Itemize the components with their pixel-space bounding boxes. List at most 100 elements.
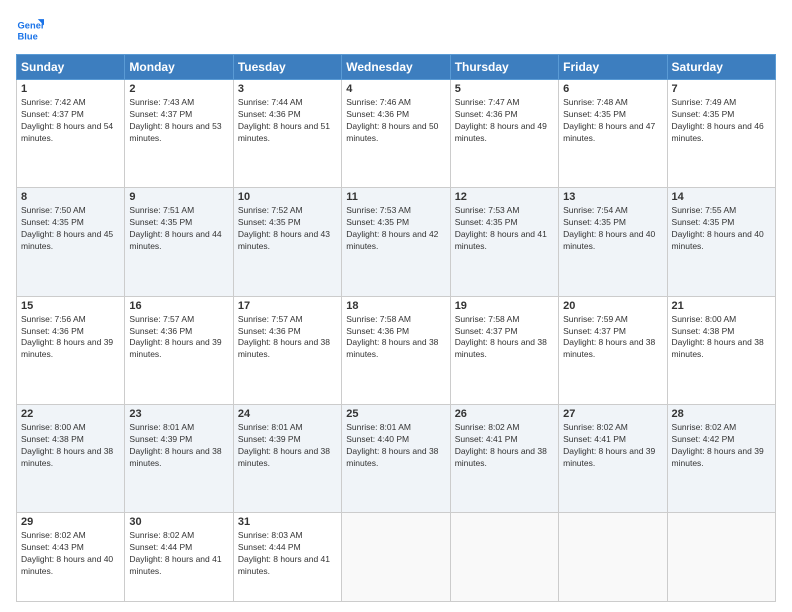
calendar-day-cell: 25 Sunrise: 8:01 AM Sunset: 4:40 PM Dayl… bbox=[342, 404, 450, 512]
calendar-day-cell: 2 Sunrise: 7:43 AM Sunset: 4:37 PM Dayli… bbox=[125, 80, 233, 188]
day-number: 22 bbox=[21, 408, 120, 420]
calendar-day-cell bbox=[342, 513, 450, 602]
day-info: Sunrise: 7:57 AM Sunset: 4:36 PM Dayligh… bbox=[238, 314, 337, 362]
day-number: 31 bbox=[238, 516, 337, 528]
day-info: Sunrise: 7:44 AM Sunset: 4:36 PM Dayligh… bbox=[238, 97, 337, 145]
day-info: Sunrise: 7:43 AM Sunset: 4:37 PM Dayligh… bbox=[129, 97, 228, 145]
day-info: Sunrise: 7:54 AM Sunset: 4:35 PM Dayligh… bbox=[563, 205, 662, 253]
calendar-day-cell bbox=[450, 513, 558, 602]
weekday-header: Thursday bbox=[450, 55, 558, 80]
day-info: Sunrise: 7:53 AM Sunset: 4:35 PM Dayligh… bbox=[455, 205, 554, 253]
calendar-day-cell: 27 Sunrise: 8:02 AM Sunset: 4:41 PM Dayl… bbox=[559, 404, 667, 512]
day-info: Sunrise: 8:01 AM Sunset: 4:39 PM Dayligh… bbox=[129, 422, 228, 470]
calendar-week-row: 1 Sunrise: 7:42 AM Sunset: 4:37 PM Dayli… bbox=[17, 80, 776, 188]
day-info: Sunrise: 8:01 AM Sunset: 4:40 PM Dayligh… bbox=[346, 422, 445, 470]
day-info: Sunrise: 7:57 AM Sunset: 4:36 PM Dayligh… bbox=[129, 314, 228, 362]
calendar-day-cell: 23 Sunrise: 8:01 AM Sunset: 4:39 PM Dayl… bbox=[125, 404, 233, 512]
calendar-day-cell bbox=[559, 513, 667, 602]
calendar-week-row: 29 Sunrise: 8:02 AM Sunset: 4:43 PM Dayl… bbox=[17, 513, 776, 602]
day-number: 18 bbox=[346, 300, 445, 312]
day-number: 7 bbox=[672, 83, 771, 95]
day-number: 8 bbox=[21, 191, 120, 203]
day-info: Sunrise: 8:02 AM Sunset: 4:44 PM Dayligh… bbox=[129, 530, 228, 578]
calendar-day-cell: 30 Sunrise: 8:02 AM Sunset: 4:44 PM Dayl… bbox=[125, 513, 233, 602]
day-number: 26 bbox=[455, 408, 554, 420]
calendar-day-cell: 24 Sunrise: 8:01 AM Sunset: 4:39 PM Dayl… bbox=[233, 404, 341, 512]
day-number: 10 bbox=[238, 191, 337, 203]
logo-icon: General Blue bbox=[16, 16, 44, 44]
weekday-header: Tuesday bbox=[233, 55, 341, 80]
day-info: Sunrise: 7:48 AM Sunset: 4:35 PM Dayligh… bbox=[563, 97, 662, 145]
day-info: Sunrise: 8:00 AM Sunset: 4:38 PM Dayligh… bbox=[672, 314, 771, 362]
calendar-day-cell: 4 Sunrise: 7:46 AM Sunset: 4:36 PM Dayli… bbox=[342, 80, 450, 188]
day-number: 29 bbox=[21, 516, 120, 528]
day-number: 15 bbox=[21, 300, 120, 312]
day-number: 28 bbox=[672, 408, 771, 420]
day-number: 23 bbox=[129, 408, 228, 420]
day-info: Sunrise: 7:51 AM Sunset: 4:35 PM Dayligh… bbox=[129, 205, 228, 253]
day-info: Sunrise: 7:59 AM Sunset: 4:37 PM Dayligh… bbox=[563, 314, 662, 362]
calendar-day-cell: 15 Sunrise: 7:56 AM Sunset: 4:36 PM Dayl… bbox=[17, 296, 125, 404]
svg-text:General: General bbox=[18, 20, 44, 30]
calendar-week-row: 8 Sunrise: 7:50 AM Sunset: 4:35 PM Dayli… bbox=[17, 188, 776, 296]
day-info: Sunrise: 8:00 AM Sunset: 4:38 PM Dayligh… bbox=[21, 422, 120, 470]
day-info: Sunrise: 8:03 AM Sunset: 4:44 PM Dayligh… bbox=[238, 530, 337, 578]
day-number: 21 bbox=[672, 300, 771, 312]
day-number: 27 bbox=[563, 408, 662, 420]
day-info: Sunrise: 7:46 AM Sunset: 4:36 PM Dayligh… bbox=[346, 97, 445, 145]
calendar-day-cell bbox=[667, 513, 775, 602]
calendar-day-cell: 18 Sunrise: 7:58 AM Sunset: 4:36 PM Dayl… bbox=[342, 296, 450, 404]
day-number: 5 bbox=[455, 83, 554, 95]
calendar-day-cell: 12 Sunrise: 7:53 AM Sunset: 4:35 PM Dayl… bbox=[450, 188, 558, 296]
day-info: Sunrise: 7:47 AM Sunset: 4:36 PM Dayligh… bbox=[455, 97, 554, 145]
calendar-day-cell: 20 Sunrise: 7:59 AM Sunset: 4:37 PM Dayl… bbox=[559, 296, 667, 404]
logo: General Blue bbox=[16, 16, 44, 44]
calendar-day-cell: 3 Sunrise: 7:44 AM Sunset: 4:36 PM Dayli… bbox=[233, 80, 341, 188]
day-info: Sunrise: 8:02 AM Sunset: 4:43 PM Dayligh… bbox=[21, 530, 120, 578]
calendar-day-cell: 29 Sunrise: 8:02 AM Sunset: 4:43 PM Dayl… bbox=[17, 513, 125, 602]
day-number: 4 bbox=[346, 83, 445, 95]
day-number: 24 bbox=[238, 408, 337, 420]
calendar-day-cell: 1 Sunrise: 7:42 AM Sunset: 4:37 PM Dayli… bbox=[17, 80, 125, 188]
calendar-week-row: 22 Sunrise: 8:00 AM Sunset: 4:38 PM Dayl… bbox=[17, 404, 776, 512]
calendar-day-cell: 21 Sunrise: 8:00 AM Sunset: 4:38 PM Dayl… bbox=[667, 296, 775, 404]
weekday-header-row: SundayMondayTuesdayWednesdayThursdayFrid… bbox=[17, 55, 776, 80]
day-number: 6 bbox=[563, 83, 662, 95]
day-number: 11 bbox=[346, 191, 445, 203]
day-number: 25 bbox=[346, 408, 445, 420]
calendar-day-cell: 6 Sunrise: 7:48 AM Sunset: 4:35 PM Dayli… bbox=[559, 80, 667, 188]
day-number: 16 bbox=[129, 300, 228, 312]
day-number: 9 bbox=[129, 191, 228, 203]
day-info: Sunrise: 8:02 AM Sunset: 4:41 PM Dayligh… bbox=[455, 422, 554, 470]
calendar-day-cell: 14 Sunrise: 7:55 AM Sunset: 4:35 PM Dayl… bbox=[667, 188, 775, 296]
calendar-day-cell: 16 Sunrise: 7:57 AM Sunset: 4:36 PM Dayl… bbox=[125, 296, 233, 404]
calendar-container: General Blue SundayMondayTuesdayWednesda… bbox=[0, 0, 792, 612]
calendar-day-cell: 7 Sunrise: 7:49 AM Sunset: 4:35 PM Dayli… bbox=[667, 80, 775, 188]
weekday-header: Saturday bbox=[667, 55, 775, 80]
day-info: Sunrise: 7:53 AM Sunset: 4:35 PM Dayligh… bbox=[346, 205, 445, 253]
calendar-day-cell: 11 Sunrise: 7:53 AM Sunset: 4:35 PM Dayl… bbox=[342, 188, 450, 296]
day-info: Sunrise: 7:52 AM Sunset: 4:35 PM Dayligh… bbox=[238, 205, 337, 253]
calendar-day-cell: 8 Sunrise: 7:50 AM Sunset: 4:35 PM Dayli… bbox=[17, 188, 125, 296]
svg-text:Blue: Blue bbox=[18, 31, 38, 41]
day-number: 19 bbox=[455, 300, 554, 312]
weekday-header: Friday bbox=[559, 55, 667, 80]
day-number: 14 bbox=[672, 191, 771, 203]
day-number: 17 bbox=[238, 300, 337, 312]
weekday-header: Monday bbox=[125, 55, 233, 80]
day-info: Sunrise: 7:58 AM Sunset: 4:36 PM Dayligh… bbox=[346, 314, 445, 362]
calendar-day-cell: 28 Sunrise: 8:02 AM Sunset: 4:42 PM Dayl… bbox=[667, 404, 775, 512]
calendar-day-cell: 19 Sunrise: 7:58 AM Sunset: 4:37 PM Dayl… bbox=[450, 296, 558, 404]
day-number: 1 bbox=[21, 83, 120, 95]
calendar-day-cell: 26 Sunrise: 8:02 AM Sunset: 4:41 PM Dayl… bbox=[450, 404, 558, 512]
calendar-day-cell: 31 Sunrise: 8:03 AM Sunset: 4:44 PM Dayl… bbox=[233, 513, 341, 602]
weekday-header: Sunday bbox=[17, 55, 125, 80]
calendar-week-row: 15 Sunrise: 7:56 AM Sunset: 4:36 PM Dayl… bbox=[17, 296, 776, 404]
calendar-table: SundayMondayTuesdayWednesdayThursdayFrid… bbox=[16, 54, 776, 602]
day-number: 30 bbox=[129, 516, 228, 528]
day-number: 20 bbox=[563, 300, 662, 312]
day-info: Sunrise: 7:50 AM Sunset: 4:35 PM Dayligh… bbox=[21, 205, 120, 253]
calendar-day-cell: 9 Sunrise: 7:51 AM Sunset: 4:35 PM Dayli… bbox=[125, 188, 233, 296]
day-info: Sunrise: 8:02 AM Sunset: 4:41 PM Dayligh… bbox=[563, 422, 662, 470]
day-info: Sunrise: 7:42 AM Sunset: 4:37 PM Dayligh… bbox=[21, 97, 120, 145]
